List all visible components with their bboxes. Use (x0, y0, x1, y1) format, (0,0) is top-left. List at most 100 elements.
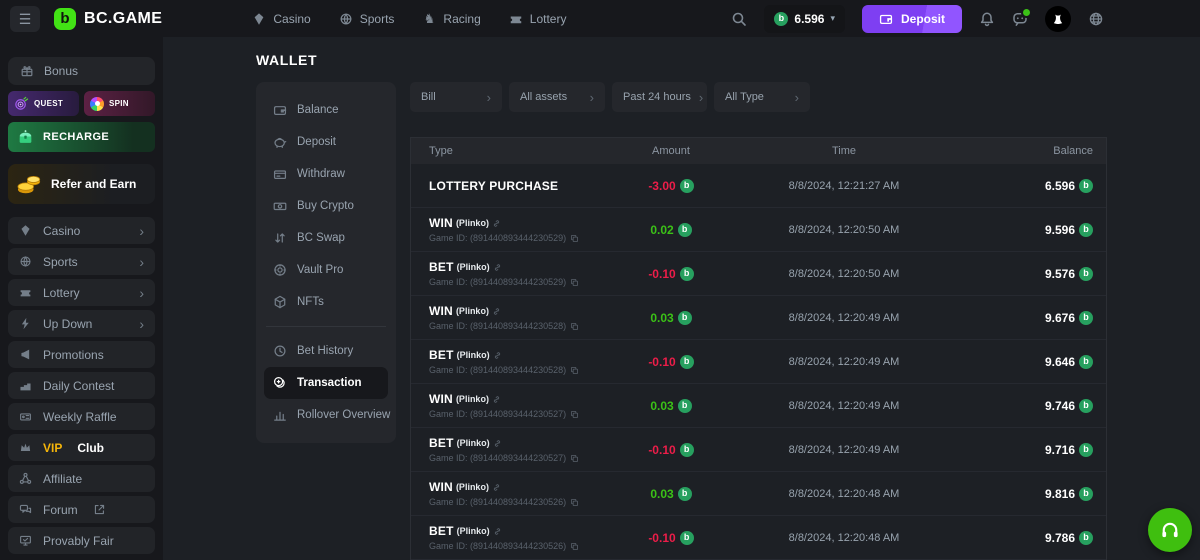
sidebar-item-daily-contest[interactable]: Daily Contest (8, 372, 155, 399)
coin-icon: b (1079, 399, 1093, 413)
sidebar-item-label: Daily Contest (43, 379, 114, 393)
filter-all-assets[interactable]: All assets› (509, 82, 605, 112)
amount-cell: -0.10b (611, 443, 731, 457)
vip-label-white: Club (77, 441, 104, 455)
wallet-menu-rollover-overview[interactable]: Rollover Overview (264, 399, 388, 431)
table-row: WIN(Plinko)Game ID: (891440893444230526)… (411, 471, 1106, 515)
topbar-nav-racing[interactable]: ♞Racing (422, 12, 480, 26)
wallet-menu-bc-swap[interactable]: BC Swap (264, 222, 388, 254)
link-icon[interactable] (492, 483, 501, 492)
coin-icon: b (774, 12, 788, 26)
app: ☰ b BC.GAME Casino Sports ♞Racing Lottery b… (0, 0, 1200, 560)
bonus-label: Bonus (44, 64, 78, 78)
wallet-menu-balance[interactable]: Balance (264, 94, 388, 126)
menu-toggle-button[interactable]: ☰ (10, 6, 40, 32)
type-cell: BET(Plinko)Game ID: (891440893444230529) (411, 260, 611, 287)
chat-icon[interactable] (1012, 11, 1028, 27)
table-row: LOTTERY PURCHASE-3.00b8/8/2024, 12:21:27… (411, 164, 1106, 207)
quest-card[interactable]: QUEST (8, 91, 79, 116)
refer-and-earn-card[interactable]: Refer and Earn (8, 164, 155, 204)
game-id-text: Game ID: (891440893444230528) (429, 321, 566, 331)
copy-icon[interactable] (570, 366, 579, 375)
copy-icon[interactable] (570, 234, 579, 243)
nft-icon (273, 295, 287, 309)
lottery-icon (509, 12, 523, 26)
avatar[interactable] (1045, 6, 1071, 32)
column-header-type: Type (411, 145, 611, 157)
time-cell: 8/8/2024, 12:21:27 AM (731, 180, 957, 192)
spin-card[interactable]: SPIN (84, 91, 155, 116)
wallet-menu-label: Deposit (297, 136, 336, 148)
filters-row: Bill›All assets›Past 24 hours›All Type› (410, 82, 1107, 112)
deposit-button[interactable]: Deposit (862, 5, 962, 33)
link-icon[interactable] (492, 307, 501, 316)
sidebar-item-vip-club[interactable]: VIP Club (8, 434, 155, 461)
game-name: (Plinko) (457, 262, 490, 272)
link-icon[interactable] (492, 219, 501, 228)
link-icon[interactable] (493, 439, 502, 448)
wallet-icon (879, 12, 893, 26)
copy-icon[interactable] (570, 542, 579, 551)
notifications-bell-icon[interactable] (979, 11, 995, 27)
daily-contest-icon (19, 379, 32, 392)
game-name: (Plinko) (456, 306, 489, 316)
link-icon[interactable] (493, 351, 502, 360)
link-icon[interactable] (493, 263, 502, 272)
vip-label-gold: VIP (43, 441, 62, 455)
sidebar-item-label: Provably Fair (43, 534, 114, 548)
copy-icon[interactable] (570, 410, 579, 419)
filter-past-24-hours[interactable]: Past 24 hours› (612, 82, 707, 112)
copy-icon[interactable] (570, 278, 579, 287)
chat-online-dot (1021, 7, 1032, 18)
sidebar-item-label: Sports (43, 255, 78, 269)
sidebar-item-forum[interactable]: Forum (8, 496, 155, 523)
filter-bill[interactable]: Bill› (410, 82, 502, 112)
balance-value: 9.746 (1045, 399, 1075, 413)
sidebar-item-promotions[interactable]: Promotions (8, 341, 155, 368)
wallet-menu-bet-history[interactable]: Bet History (264, 335, 388, 367)
sidebar-item-lottery[interactable]: Lottery› (8, 279, 155, 306)
wallet-menu-transaction[interactable]: Transaction (264, 367, 388, 399)
table-row: WIN(Plinko)Game ID: (891440893444230527)… (411, 383, 1106, 427)
logo[interactable]: b BC.GAME (54, 8, 162, 30)
wallet-menu-buy-crypto[interactable]: Buy Crypto (264, 190, 388, 222)
sidebar-item-bonus[interactable]: Bonus (8, 57, 155, 85)
language-globe-icon[interactable] (1088, 11, 1104, 27)
wallet-menu: Balance Deposit WithdrawBuy CryptoBC SwapV… (256, 82, 396, 443)
provably-fair-icon (19, 534, 32, 547)
sidebar-item-sports[interactable]: Sports› (8, 248, 155, 275)
support-button[interactable] (1148, 508, 1192, 552)
topbar-nav-casino[interactable]: Casino (252, 12, 310, 26)
sidebar-item-affiliate[interactable]: Affiliate (8, 465, 155, 492)
game-id: Game ID: (891440893444230527) (429, 409, 611, 419)
amount-value: -0.10 (648, 531, 675, 545)
balance-value: 6.596 (794, 12, 824, 26)
link-icon[interactable] (493, 527, 502, 536)
balance-selector[interactable]: b 6.596 ▾ (764, 5, 845, 33)
sidebar-item-casino[interactable]: Casino› (8, 217, 155, 244)
main-content: WALLET BalanceDepositWithdrawBuy CryptoB… (163, 37, 1200, 560)
copy-icon[interactable] (570, 454, 579, 463)
sidebar-item-weekly-raffle[interactable]: Weekly Raffle (8, 403, 155, 430)
wallet-menu-deposit[interactable]: Deposit (264, 126, 388, 158)
coin-icon: b (680, 267, 694, 281)
wallet-menu-label: Rollover Overview (297, 409, 390, 421)
amount-value: 0.02 (650, 223, 673, 237)
copy-icon[interactable] (570, 322, 579, 331)
nav-label: Racing (443, 12, 480, 26)
wallet-menu-withdraw[interactable]: Withdraw (264, 158, 388, 190)
wallet-menu-vault-pro[interactable]: Vault Pro (264, 254, 388, 286)
topbar-nav-sports[interactable]: Sports (339, 12, 395, 26)
type-cell: WIN(Plinko)Game ID: (891440893444230529) (411, 216, 611, 243)
copy-icon[interactable] (570, 498, 579, 507)
logo-text: BC.GAME (84, 10, 162, 28)
sidebar-item-provably-fair[interactable]: Provably Fair (8, 527, 155, 554)
link-icon[interactable] (492, 395, 501, 404)
recharge-card[interactable]: RECHARGE (8, 122, 155, 152)
sidebar-item-up-down[interactable]: Up Down› (8, 310, 155, 337)
topbar-nav-lottery[interactable]: Lottery (509, 12, 567, 26)
wallet-menu-nfts[interactable]: NFTs (264, 286, 388, 318)
filter-all-type[interactable]: All Type› (714, 82, 810, 112)
search-icon[interactable] (731, 11, 747, 27)
coin-icon: b (680, 355, 694, 369)
